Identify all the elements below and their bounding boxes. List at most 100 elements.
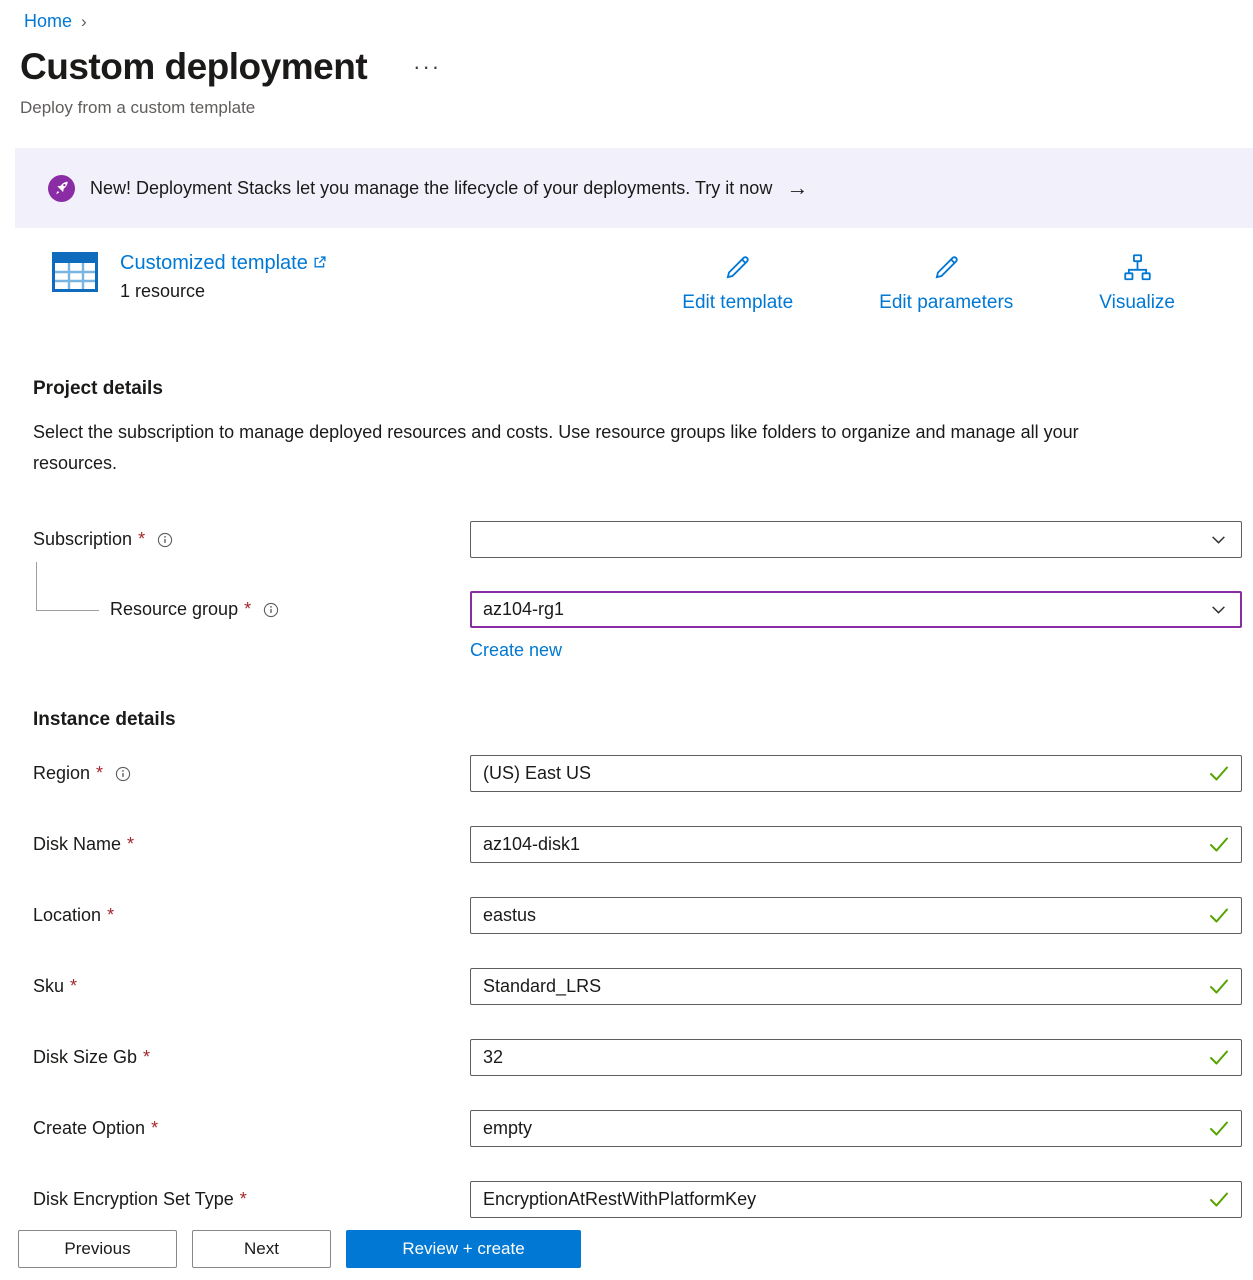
subscription-label-group: Subscription * — [33, 529, 470, 550]
pencil-icon — [722, 252, 753, 286]
instance-details-heading: Instance details — [33, 709, 1253, 731]
disk-size-gb-input-box — [470, 1039, 1242, 1076]
rocket-icon — [48, 175, 75, 202]
subscription-label: Subscription — [33, 529, 132, 550]
region-label-group: Region * — [33, 763, 470, 784]
location-input[interactable] — [483, 905, 1199, 926]
page-title: Custom deployment — [20, 46, 367, 88]
location-label: Location — [33, 905, 101, 926]
banner-text: New! Deployment Stacks let you manage th… — [90, 178, 772, 199]
edit-parameters-button[interactable]: Edit parameters — [879, 252, 1013, 314]
valid-checkmark-icon — [1209, 1191, 1229, 1208]
disk-name-label: Disk Name — [33, 834, 121, 855]
location-input-box — [470, 897, 1242, 934]
required-asterisk: * — [151, 1118, 158, 1139]
disk-encryption-set-type-input-box — [470, 1181, 1242, 1218]
project-details-heading: Project details — [33, 378, 1253, 400]
org-chart-icon — [1121, 252, 1154, 286]
more-options-button[interactable]: ··· — [409, 56, 445, 78]
valid-checkmark-icon — [1209, 836, 1229, 853]
edit-parameters-label: Edit parameters — [879, 292, 1013, 314]
subscription-dropdown[interactable] — [470, 521, 1242, 558]
resource-count: 1 resource — [120, 281, 326, 302]
template-summary: Customized template 1 resource Edit temp… — [52, 252, 1175, 314]
location-label-group: Location * — [33, 905, 470, 926]
resource-group-value: az104-rg1 — [483, 599, 1210, 620]
deployment-stacks-banner: New! Deployment Stacks let you manage th… — [15, 148, 1253, 228]
valid-checkmark-icon — [1209, 1049, 1229, 1066]
breadcrumb-separator-icon: › — [81, 12, 87, 32]
sku-field-row: Sku * — [33, 968, 1242, 1005]
chevron-down-icon — [1210, 601, 1227, 618]
disk-size-gb-input[interactable] — [483, 1047, 1199, 1068]
info-icon[interactable] — [263, 602, 279, 618]
create-option-input[interactable] — [483, 1118, 1199, 1139]
valid-checkmark-icon — [1209, 907, 1229, 924]
create-option-label-group: Create Option * — [33, 1118, 470, 1139]
required-asterisk: * — [240, 1189, 247, 1210]
disk-encryption-set-type-label-group: Disk Encryption Set Type * — [33, 1189, 470, 1210]
sku-label: Sku — [33, 976, 64, 997]
customized-template-link[interactable]: Customized template — [120, 252, 326, 275]
create-new-link[interactable]: Create new — [470, 640, 562, 661]
sku-label-group: Sku * — [33, 976, 470, 997]
resource-group-dropdown[interactable]: az104-rg1 — [470, 591, 1242, 628]
edit-template-label: Edit template — [682, 292, 793, 314]
chevron-down-icon — [1210, 531, 1227, 548]
valid-checkmark-icon — [1209, 765, 1229, 782]
info-icon[interactable] — [115, 766, 131, 782]
region-input[interactable] — [483, 763, 1199, 784]
arrow-right-icon[interactable]: → — [786, 177, 808, 199]
disk-name-input-box — [470, 826, 1242, 863]
required-asterisk: * — [96, 763, 103, 784]
disk-encryption-set-type-field-row: Disk Encryption Set Type * — [33, 1181, 1242, 1218]
edit-template-button[interactable]: Edit template — [682, 252, 793, 314]
resource-group-label: Resource group — [110, 599, 238, 620]
disk-encryption-set-type-label: Disk Encryption Set Type — [33, 1189, 234, 1210]
project-details-description: Select the subscription to manage deploy… — [33, 417, 1113, 479]
title-row: Custom deployment ··· — [20, 46, 1253, 88]
create-option-label: Create Option — [33, 1118, 145, 1139]
region-input-box — [470, 755, 1242, 792]
location-field-row: Location * — [33, 897, 1242, 934]
subscription-row: Subscription * — [33, 521, 1242, 558]
template-name: Customized template — [120, 252, 308, 275]
visualize-label: Visualize — [1099, 292, 1175, 314]
valid-checkmark-icon — [1209, 1120, 1229, 1137]
disk-encryption-set-type-input[interactable] — [483, 1189, 1199, 1210]
disk-size-gb-field-row: Disk Size Gb * — [33, 1039, 1242, 1076]
template-actions: Edit template Edit parameters — [682, 252, 1175, 314]
required-asterisk: * — [143, 1047, 150, 1068]
breadcrumb: Home › — [0, 0, 1253, 32]
footer-action-bar: Previous Next Review + create — [0, 1218, 1253, 1280]
required-asterisk: * — [127, 834, 134, 855]
disk-size-gb-label: Disk Size Gb — [33, 1047, 137, 1068]
required-asterisk: * — [107, 905, 114, 926]
sku-input-box — [470, 968, 1242, 1005]
sku-input[interactable] — [483, 976, 1199, 997]
review-create-button[interactable]: Review + create — [346, 1230, 581, 1268]
breadcrumb-home-link[interactable]: Home — [24, 11, 72, 32]
valid-checkmark-icon — [1209, 978, 1229, 995]
required-asterisk: * — [138, 529, 145, 550]
region-label: Region — [33, 763, 90, 784]
previous-button[interactable]: Previous — [18, 1230, 177, 1268]
disk-size-gb-label-group: Disk Size Gb * — [33, 1047, 470, 1068]
region-field-row: Region * — [33, 755, 1242, 792]
disk-name-input[interactable] — [483, 834, 1199, 855]
required-asterisk: * — [244, 599, 251, 620]
page-subtitle: Deploy from a custom template — [20, 98, 1253, 118]
disk-name-field-row: Disk Name * — [33, 826, 1242, 863]
template-info: Customized template 1 resource — [120, 252, 326, 302]
create-option-input-box — [470, 1110, 1242, 1147]
custom-deployment-page: Home › Custom deployment ··· Deploy from… — [0, 0, 1253, 1280]
external-link-icon — [313, 252, 326, 275]
visualize-button[interactable]: Visualize — [1099, 252, 1175, 314]
disk-name-label-group: Disk Name * — [33, 834, 470, 855]
next-button[interactable]: Next — [192, 1230, 331, 1268]
pencil-icon — [931, 252, 962, 286]
info-icon[interactable] — [157, 532, 173, 548]
connector-line — [36, 562, 99, 611]
resource-group-row: Resource group * az104-rg1 — [33, 591, 1242, 628]
required-asterisk: * — [70, 976, 77, 997]
